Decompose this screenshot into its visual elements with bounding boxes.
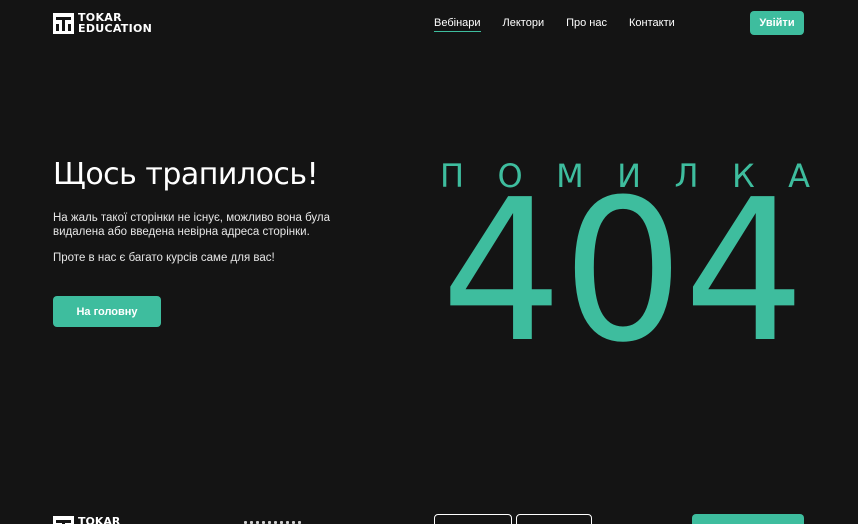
login-button[interactable]: Увійти	[750, 11, 804, 35]
nav-item-webinars[interactable]: Вебінари	[434, 16, 481, 32]
footer-primary-button[interactable]	[692, 514, 804, 524]
footer-brand-line-1: TOKAR	[78, 515, 121, 524]
error-code-404: 404	[441, 158, 805, 386]
footer-logo[interactable]: TOKAR	[53, 516, 120, 524]
nav-item-contacts[interactable]: Контакти	[629, 16, 675, 32]
brand-line-2: EDUCATION	[78, 22, 153, 35]
nav-item-about[interactable]: Про нас	[566, 16, 607, 32]
footer-outline-button[interactable]	[516, 514, 592, 524]
error-description: На жаль такої сторінки не існує, можливо…	[53, 212, 331, 238]
brand-wordmark: TOKAR EDUCATION	[78, 12, 152, 34]
nav-item-lecturers[interactable]: Лектори	[503, 16, 545, 32]
footer-outline-button[interactable]	[434, 514, 512, 524]
brand-logo[interactable]: TOKAR EDUCATION	[53, 12, 152, 34]
error-code-text: 404	[441, 158, 805, 386]
tokar-logo-icon	[53, 12, 74, 34]
error-description-courses: Проте в нас є багато курсів саме для вас…	[53, 252, 275, 264]
page-title: Щось трапилось!	[53, 157, 319, 192]
tokar-logo-icon	[53, 516, 74, 524]
home-button[interactable]: На головну	[53, 296, 161, 327]
main-nav: Вебінари Лектори Про нас Контакти	[434, 16, 675, 32]
site-header: TOKAR EDUCATION Вебінари Лектори Про нас…	[0, 0, 858, 46]
